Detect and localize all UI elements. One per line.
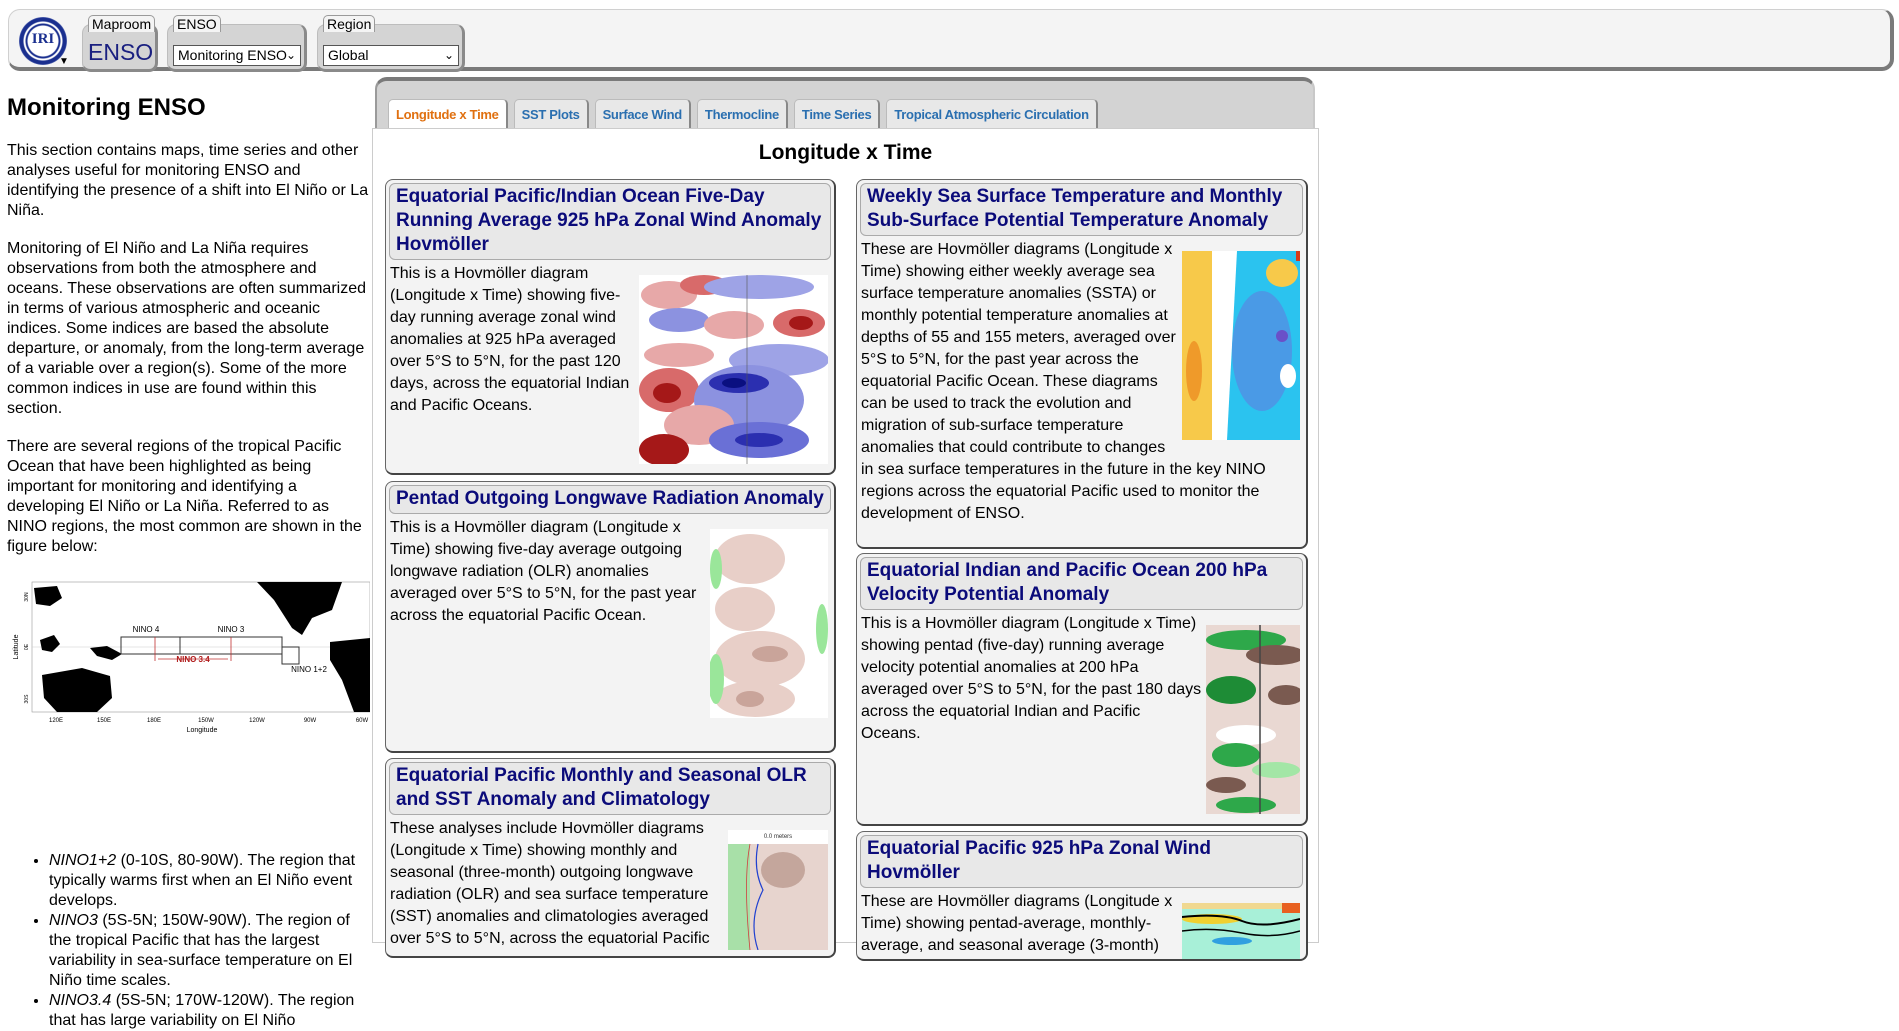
nino4-label: NINO 4 (133, 625, 160, 634)
list-item: NINO3.4 (5S-5N; 170W-120W). The region t… (49, 991, 372, 1031)
xtick-label: 180E (147, 718, 161, 724)
list-item: NINO1+2 (0-10S, 80-90W). The region that… (49, 851, 372, 911)
nino34-label: NINO 3.4 (176, 655, 210, 664)
list-item: NINO3 (5S-5N; 150W-90W). The region of t… (49, 911, 372, 991)
maproom-fieldset[interactable]: Maproom ENSO (82, 15, 158, 72)
card-title-link[interactable]: Equatorial Pacific 925 hPa Zonal Wind Ho… (860, 835, 1303, 888)
xtick-label: 150W (198, 718, 214, 724)
card-velocity-potential-200: Equatorial Indian and Pacific Ocean 200 … (856, 553, 1308, 826)
card-zonal-wind-925-hovmoller: Equatorial Pacific 925 hPa Zonal Wind Ho… (856, 831, 1308, 961)
xtick-label: 60W (356, 718, 369, 724)
card-olr-sst-climatology: Equatorial Pacific Monthly and Seasonal … (385, 758, 836, 958)
xtick-label: 120W (249, 718, 265, 724)
card-title-link[interactable]: Weekly Sea Surface Temperature and Month… (860, 183, 1303, 236)
tab-tropical-atmospheric-circulation[interactable]: Tropical Atmospheric Circulation (886, 99, 1098, 131)
tab-surface-wind[interactable]: Surface Wind (594, 99, 691, 131)
nino-region-list: NINO1+2 (0-10S, 80-90W). The region that… (7, 851, 372, 1031)
tab-sst-plots[interactable]: SST Plots (513, 99, 589, 131)
card-title-link[interactable]: Equatorial Pacific Monthly and Seasonal … (389, 762, 831, 815)
maproom-link[interactable]: ENSO (88, 39, 153, 66)
indices-paragraph: Monitoring of El Niño and La Niña requir… (7, 240, 367, 417)
enso-fieldset: ENSO Monitoring ENSO ⌄ (167, 15, 307, 72)
ytick-label: 30N (24, 592, 30, 602)
card-sst-subsurface-anomaly: Weekly Sea Surface Temperature and Month… (856, 179, 1308, 549)
section-heading: Longitude x Time (758, 141, 933, 164)
hovmoller-thumbnail[interactable] (1182, 251, 1300, 440)
card-pentad-olr-anomaly: Pentad Outgoing Longwave Radiation Anoma… (385, 481, 836, 753)
tab-time-series[interactable]: Time Series (793, 99, 881, 131)
nino12-label: NINO 1+2 (291, 665, 327, 674)
intro-paragraph: This section contains maps, time series … (7, 142, 369, 219)
ytick-label: 0E (24, 643, 30, 650)
region-legend: Region (323, 15, 376, 32)
maproom-navbar: IRI ▼ Maproom ENSO ENSO Monitoring ENSO … (8, 9, 1894, 72)
card-description: This is a Hovmöller diagram (Longitude x… (390, 519, 697, 624)
hovmoller-thumbnail[interactable] (1206, 625, 1300, 814)
region-fieldset: Region Global ⌄ (317, 15, 465, 72)
description-panel: Monitoring ENSO This section contains ma… (7, 93, 372, 1029)
hovmoller-thumbnail[interactable] (639, 275, 828, 464)
ytick-label: 30S (24, 694, 30, 704)
nino-regions-map: NINO 4 NINO 3 NINO 3.4 NINO 1+2 Latitude… (13, 581, 370, 734)
card-title-link[interactable]: Equatorial Indian and Pacific Ocean 200 … (860, 557, 1303, 610)
region-select[interactable]: Global ⌄ (323, 45, 459, 66)
thumb-caption: 0.0 meters (764, 834, 792, 840)
maproom-legend: Maproom (88, 15, 156, 32)
page-title: Monitoring ENSO (7, 94, 206, 121)
hovmoller-thumbnail[interactable] (1182, 903, 1300, 961)
map-ylabel: Latitude (13, 634, 20, 659)
card-description: This is a Hovmöller diagram (Longitude x… (861, 615, 1202, 742)
xtick-label: 150E (97, 718, 111, 724)
enso-select-value: Monitoring ENSO (178, 47, 287, 63)
card-description: This is a Hovmöller diagram (Longitude x… (390, 265, 630, 414)
region-select-value: Global (328, 47, 369, 63)
card-description: These are Hovmöller diagrams (Longitude … (861, 893, 1173, 954)
card-description: These analyses include Hovmöller diagram… (390, 820, 710, 947)
xtick-label: 120E (49, 718, 63, 724)
land-australia (42, 668, 112, 712)
card-title-link[interactable]: Pentad Outgoing Longwave Radiation Anoma… (389, 485, 831, 514)
caret-down-icon[interactable]: ▼ (59, 56, 69, 67)
card-zonal-wind-925-running: Equatorial Pacific/Indian Ocean Five-Day… (385, 179, 836, 475)
chevron-down-icon: ⌄ (285, 48, 296, 62)
enso-legend: ENSO (173, 15, 221, 32)
tab-thermocline[interactable]: Thermocline (696, 99, 788, 131)
xtick-label: 90W (304, 718, 317, 724)
hovmoller-thumbnail[interactable]: 0.0 meters (728, 830, 828, 950)
card-title-link[interactable]: Equatorial Pacific/Indian Ocean Five-Day… (389, 183, 831, 260)
enso-select[interactable]: Monitoring ENSO ⌄ (173, 45, 301, 66)
hovmoller-thumbnail[interactable] (710, 529, 828, 718)
iri-logo-text: IRI (31, 31, 55, 47)
nino3-label: NINO 3 (218, 625, 245, 634)
map-xlabel: Longitude (187, 727, 218, 734)
chevron-down-icon: ⌄ (443, 48, 454, 62)
regions-paragraph: There are several regions of the tropica… (7, 438, 362, 555)
